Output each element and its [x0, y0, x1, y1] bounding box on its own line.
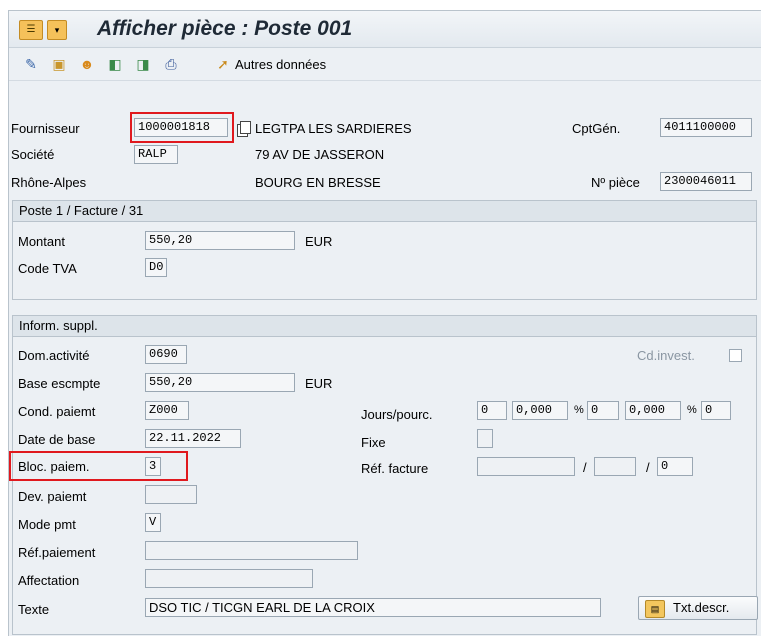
date-field[interactable]: 22.11.2022	[145, 429, 241, 448]
previous-icon[interactable]: ◧	[107, 56, 123, 72]
application-toolbar: ✎ ▣ ☻ ◧ ◨ ⎙ ➚ Autres données	[9, 48, 761, 81]
base-label: Base escmpte	[18, 376, 101, 391]
edit-icon[interactable]: ✎	[23, 56, 39, 72]
mode-label: Mode pmt	[18, 517, 76, 532]
texte-field[interactable]: DSO TIC / TICGN EARL DE LA CROIX	[145, 598, 601, 617]
ref-separator-1: /	[583, 460, 587, 475]
cptgen-field[interactable]: 4011100000	[660, 118, 752, 137]
ref-facture-item[interactable]: 0	[657, 457, 693, 476]
societe-field[interactable]: RALP	[134, 145, 178, 164]
piece-field[interactable]: 2300046011	[660, 172, 752, 191]
refpaie-label: Réf.paiement	[18, 545, 96, 560]
menu-icon[interactable]: ☰	[19, 20, 43, 40]
jours-label: Jours/pourc.	[361, 407, 433, 422]
jours-days-1[interactable]: 0	[477, 401, 507, 420]
ref-facture-label: Réf. facture	[361, 461, 429, 476]
pct-sign-2: %	[687, 404, 697, 416]
fixe-label: Fixe	[361, 435, 386, 450]
poste-group: Poste 1 / Facture / 31	[12, 200, 757, 300]
fixe-field[interactable]	[477, 429, 493, 448]
text-icon: ▤	[645, 600, 665, 618]
fournisseur-label: Fournisseur	[11, 121, 80, 136]
page-title: Afficher pièce : Poste 001	[97, 17, 353, 40]
affect-field[interactable]	[145, 569, 313, 588]
more-data-icon[interactable]: ➚	[215, 56, 231, 72]
display-icon[interactable]: ▣	[51, 56, 67, 72]
next-icon[interactable]: ◨	[135, 56, 151, 72]
txt-descr-button[interactable]: ▤ Txt.descr.	[638, 596, 758, 620]
pct-sign-1: %	[574, 404, 584, 416]
poste-group-title: Poste 1 / Facture / 31	[13, 201, 756, 222]
partner-icon[interactable]: ☻	[79, 56, 95, 72]
cdinvest-checkbox[interactable]	[729, 349, 742, 362]
bloc-label: Bloc. paiem.	[18, 459, 90, 474]
address-street: 79 AV DE JASSERON	[255, 147, 385, 162]
piece-label: Nº pièce	[591, 175, 640, 190]
jours-pct-1[interactable]: 0,000	[512, 401, 568, 420]
txt-descr-label: Txt.descr.	[673, 600, 730, 615]
tva-label: Code TVA	[18, 261, 77, 276]
fournisseur-highlight	[130, 112, 234, 143]
inform-group-title: Inform. suppl.	[13, 316, 756, 337]
bloc-field[interactable]: 3	[145, 457, 161, 476]
dom-field[interactable]: 0690	[145, 345, 187, 364]
ref-facture-field[interactable]	[477, 457, 575, 476]
fournisseur-name: LEGTPA LES SARDIERES	[255, 121, 412, 136]
copy-icon[interactable]	[237, 121, 251, 137]
dev-field[interactable]	[145, 485, 197, 504]
montant-label: Montant	[18, 234, 65, 249]
jours-pct-2[interactable]: 0,000	[625, 401, 681, 420]
sap-window: ☰ ▾ Afficher pièce : Poste 001 ✎ ▣ ☻ ◧ ◨…	[8, 10, 761, 636]
dev-label: Dev. paiemt	[18, 489, 87, 504]
cond-field[interactable]: Z000	[145, 401, 189, 420]
montant-currency: EUR	[305, 234, 333, 249]
jours-days-2[interactable]: 0	[587, 401, 619, 420]
affect-label: Affectation	[18, 573, 80, 588]
tva-field[interactable]: D0	[145, 258, 167, 277]
montant-field[interactable]: 550,20	[145, 231, 295, 250]
region-label: Rhône-Alpes	[11, 175, 87, 190]
dom-label: Dom.activité	[18, 348, 90, 363]
texte-label: Texte	[18, 602, 50, 617]
more-data-button[interactable]: Autres données	[235, 57, 326, 72]
date-label: Date de base	[18, 432, 96, 447]
base-field[interactable]: 550,20	[145, 373, 295, 392]
title-bar: ☰ ▾ Afficher pièce : Poste 001	[9, 11, 761, 48]
menu-dropdown-icon[interactable]: ▾	[47, 20, 67, 40]
cptgen-label: CptGén.	[572, 121, 621, 136]
jours-days-3[interactable]: 0	[701, 401, 731, 420]
base-currency: EUR	[305, 376, 333, 391]
cdinvest-label: Cd.invest.	[637, 348, 695, 363]
cond-label: Cond. paiemt	[18, 404, 96, 419]
ref-separator-2: /	[646, 460, 650, 475]
print-icon[interactable]: ⎙	[163, 56, 179, 72]
refpaie-field[interactable]	[145, 541, 358, 560]
mode-field[interactable]: V	[145, 513, 161, 532]
ref-facture-year[interactable]	[594, 457, 636, 476]
address-city: BOURG EN BRESSE	[255, 175, 381, 190]
societe-label: Société	[11, 147, 55, 162]
